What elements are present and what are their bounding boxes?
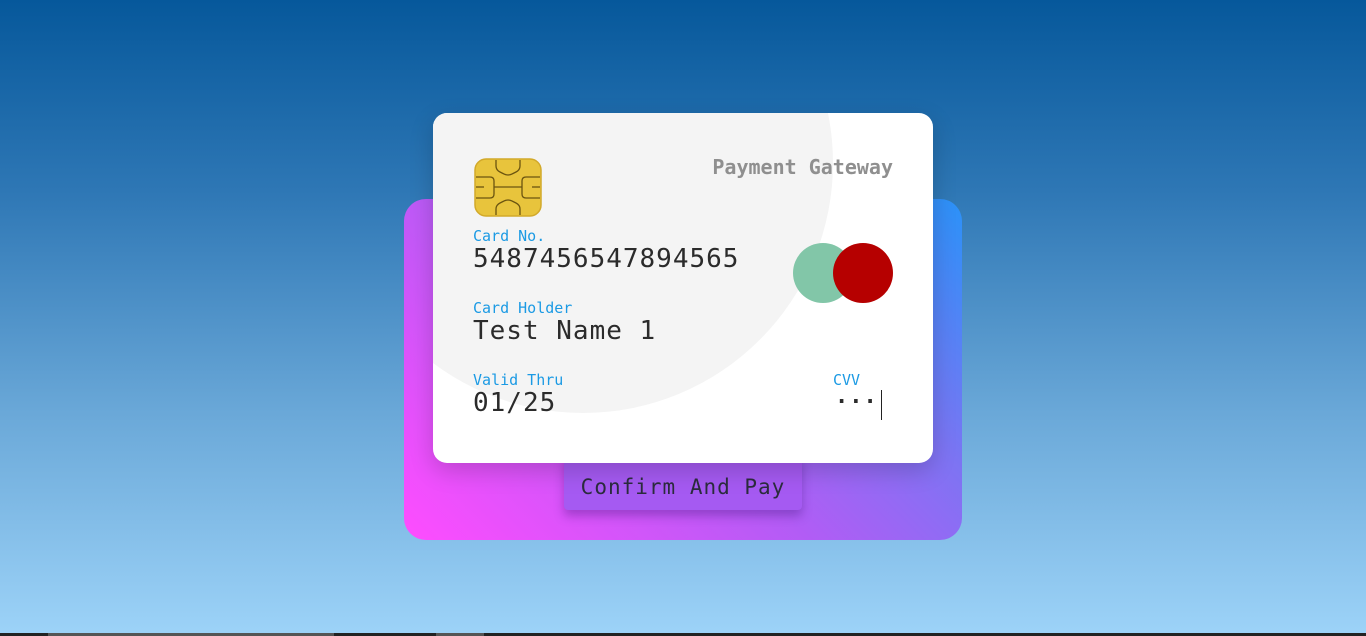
cvv-field[interactable]: ···	[835, 390, 882, 420]
confirm-pay-button[interactable]: Confirm And Pay	[564, 455, 802, 510]
credit-card: Payment Gateway Card No. 548745654789456…	[433, 113, 933, 463]
valid-thru-field[interactable]: 01/25	[473, 388, 613, 418]
brand-title: Payment Gateway	[712, 155, 893, 179]
logo-circle-right	[833, 243, 893, 303]
card-holder-label: Card Holder	[473, 299, 573, 317]
card-holder-field[interactable]: Test Name 1	[473, 316, 773, 346]
cvv-label: CVV	[833, 371, 861, 389]
sim-chip-icon	[474, 158, 542, 217]
card-number-field[interactable]: 5487456547894565	[473, 244, 763, 274]
valid-thru-label: Valid Thru	[473, 371, 564, 389]
card-number-label: Card No.	[473, 227, 546, 245]
card-network-logo	[793, 243, 895, 303]
